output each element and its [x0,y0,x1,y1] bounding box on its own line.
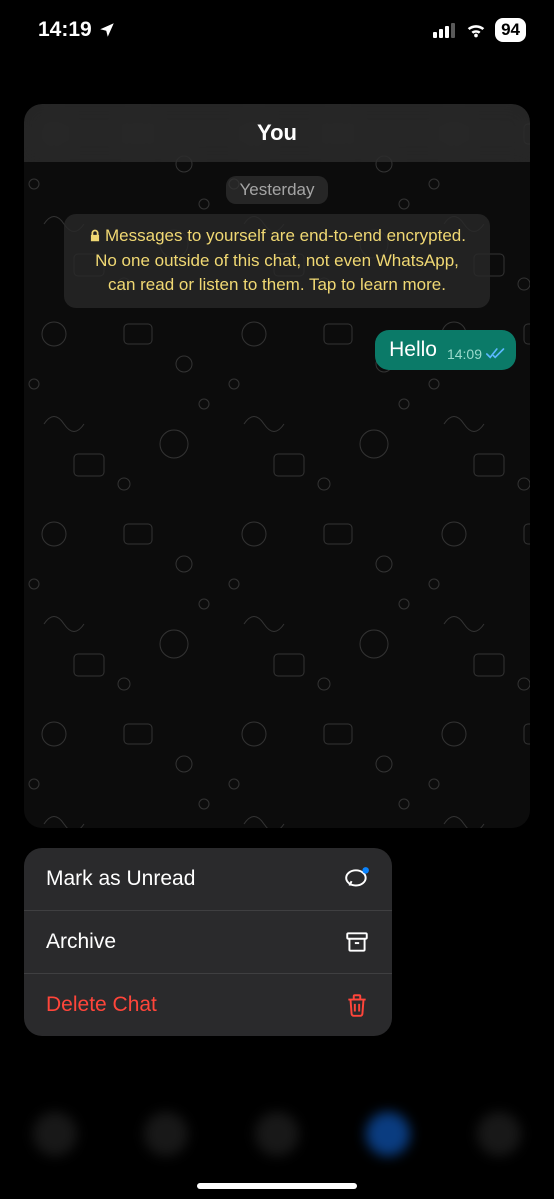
message-text: Hello [389,338,437,362]
encryption-notice[interactable]: Messages to yourself are end-to-end encr… [64,214,490,308]
battery-indicator: 94 [495,18,526,42]
message-meta: 14:09 [447,346,506,362]
chat-title: You [257,120,297,146]
menu-delete-chat[interactable]: Delete Chat [24,974,392,1036]
message-time: 14:09 [447,346,482,362]
chat-unread-icon [344,866,370,892]
clock: 14:19 [38,18,92,42]
tab-icon-blur [33,1112,77,1156]
date-separator: Yesterday [226,176,329,204]
tab-icon-blur [255,1112,299,1156]
tab-icon-blur [477,1112,521,1156]
status-bar: 14:19 94 [0,0,554,60]
lock-icon [88,229,102,243]
tab-icon-blur [144,1112,188,1156]
menu-label: Archive [46,930,116,954]
home-indicator[interactable] [197,1183,357,1189]
message-bubble[interactable]: Hello 14:09 [375,330,516,370]
menu-mark-unread[interactable]: Mark as Unread [24,848,392,911]
archive-icon [344,929,370,955]
signal-icon [433,23,455,38]
menu-archive[interactable]: Archive [24,911,392,974]
location-icon [98,21,116,39]
read-checkmarks-icon [486,347,506,361]
trash-icon [344,992,370,1018]
tab-bar-blurred [0,1069,554,1199]
context-menu: Mark as Unread Archive Delete Chat [24,848,392,1036]
chat-header: You [24,104,530,162]
menu-label: Delete Chat [46,993,157,1017]
chat-preview-card[interactable]: You Yesterday Messages to yourself are e… [24,104,530,828]
tab-icon-blur [366,1112,410,1156]
menu-label: Mark as Unread [46,867,195,891]
status-right: 94 [433,18,526,42]
status-left: 14:19 [38,18,116,42]
wifi-icon [465,19,487,41]
